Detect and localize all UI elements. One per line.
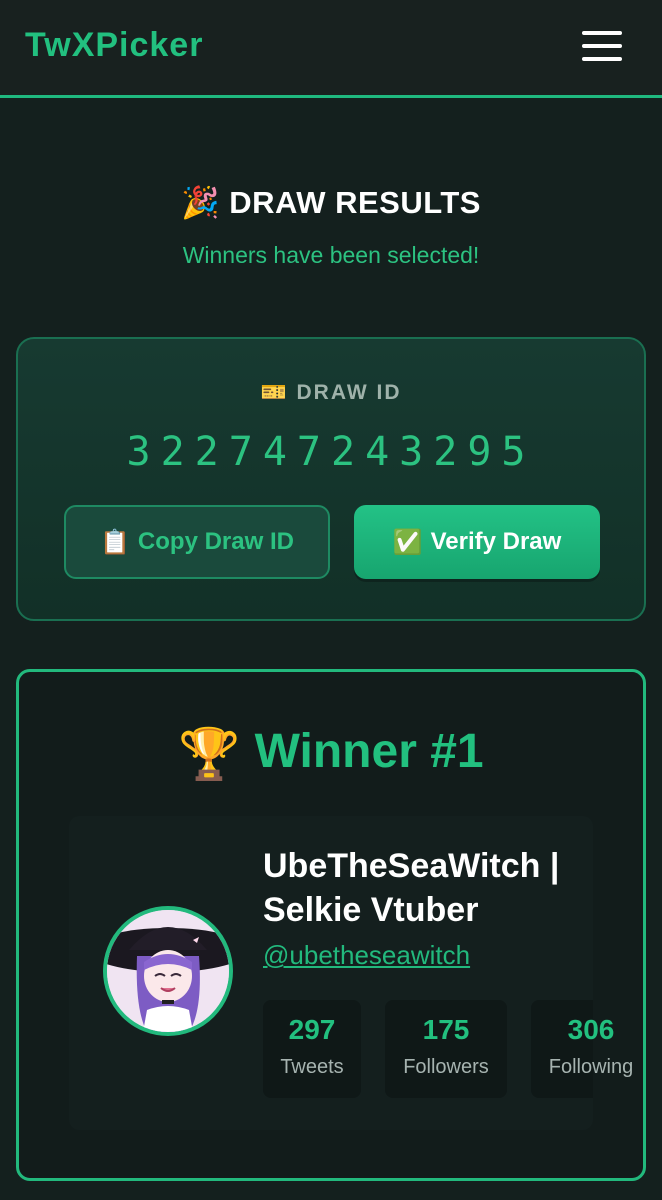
stat-tweets-value: 297 xyxy=(288,1014,336,1045)
draw-id-card: 🎫 DRAW ID 322747243295 📋 Copy Draw ID ✅ … xyxy=(16,337,646,621)
menu-bar-line xyxy=(582,57,622,61)
winner-card: 🏆 Winner #1 UbeTheSeaWitch | Selkie Vtube… xyxy=(16,669,646,1181)
winner-heading: 🏆 Winner #1 xyxy=(19,724,643,784)
verify-draw-button[interactable]: ✅ Verify Draw xyxy=(354,505,600,579)
stat-following: 306 Following xyxy=(531,1000,633,1098)
copy-draw-id-button[interactable]: 📋 Copy Draw ID xyxy=(64,505,330,579)
copy-draw-id-label: Copy Draw ID xyxy=(137,528,294,555)
results-subtitle: Winners have been selected! xyxy=(182,242,480,268)
winner-handle-link[interactable]: @ubetheseawitch xyxy=(263,940,470,971)
results-heading: 🎉 DRAW RESULTS xyxy=(0,184,662,221)
stat-tweets-label: Tweets xyxy=(280,1056,344,1078)
hamburger-menu-icon[interactable] xyxy=(578,28,624,64)
avatar-image xyxy=(107,910,229,1032)
verify-draw-label: Verify Draw xyxy=(430,528,562,555)
brand-logo[interactable]: TwXPicker xyxy=(25,26,203,65)
top-nav-bar: TwXPicker xyxy=(0,0,662,98)
party-popper-icon: 🎉 xyxy=(181,185,221,220)
trophy-icon: 🏆 xyxy=(178,726,241,782)
winner-profile: UbeTheSeaWitch | Selkie Vtuber @ubethese… xyxy=(69,816,633,1130)
stat-followers-label: Followers xyxy=(403,1056,489,1078)
draw-id-label-text: DRAW ID xyxy=(296,381,402,404)
menu-bar-line xyxy=(582,31,622,35)
winner-title-text: Winner #1 xyxy=(254,725,484,778)
draw-id-label: 🎫 DRAW ID xyxy=(18,381,644,405)
draw-id-value: 322747243295 xyxy=(126,429,536,475)
menu-bar-line xyxy=(582,44,622,48)
avatar[interactable] xyxy=(103,906,233,1036)
stat-following-label: Following xyxy=(548,1056,634,1078)
stat-followers-value: 175 xyxy=(422,1014,470,1045)
ticket-icon: 🎫 xyxy=(260,381,289,404)
check-mark-icon: ✅ xyxy=(392,528,423,556)
results-title-text: DRAW RESULTS xyxy=(229,185,481,220)
winner-display-name: UbeTheSeaWitch | Selkie Vtuber xyxy=(263,847,560,929)
clipboard-icon: 📋 xyxy=(100,528,130,556)
stat-following-value: 306 xyxy=(567,1014,615,1045)
stat-tweets: 297 Tweets xyxy=(263,1000,361,1098)
stat-followers: 175 Followers xyxy=(385,1000,507,1098)
